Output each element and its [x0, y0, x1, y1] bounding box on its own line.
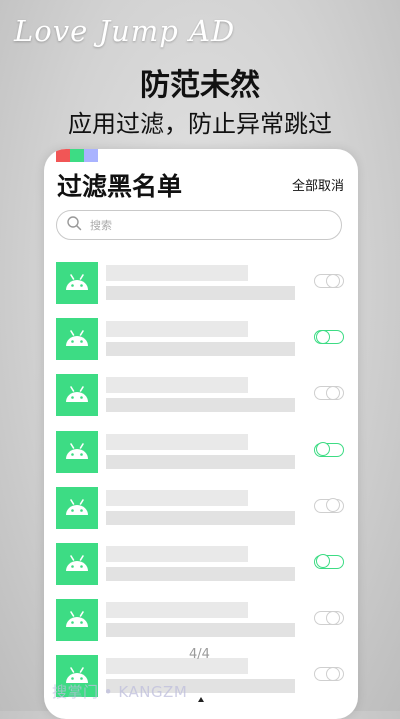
filter-toggle[interactable]	[314, 498, 344, 513]
headline: 防范未然	[140, 68, 260, 103]
filter-toggle[interactable]	[314, 610, 344, 626]
app-row[interactable]	[44, 591, 358, 647]
filter-toggle[interactable]	[314, 666, 344, 682]
app-name-placeholder	[106, 658, 248, 675]
toggle-knob	[326, 666, 340, 681]
color-dot-green	[70, 149, 84, 162]
color-dot-blue	[84, 149, 98, 162]
toggle-knob	[326, 498, 340, 513]
android-icon	[56, 318, 98, 361]
app-package-placeholder	[106, 342, 295, 357]
search-icon	[66, 215, 82, 235]
filter-toggle[interactable]	[314, 273, 344, 288]
app-name-placeholder	[106, 545, 248, 562]
app-row[interactable]	[44, 254, 358, 310]
app-package-placeholder	[106, 454, 295, 469]
filter-toggle[interactable]	[314, 442, 344, 457]
watermark: 搜掌门 • KANGZM	[52, 683, 188, 701]
phone-screen: 过滤黑名单 全部取消 4/4	[44, 149, 358, 719]
app-package-placeholder	[106, 286, 295, 300]
toggle-knob	[326, 385, 340, 400]
search-bar[interactable]	[56, 210, 342, 240]
app-row[interactable]	[44, 310, 358, 366]
clear-all-button[interactable]: 全部取消	[292, 175, 344, 194]
android-icon	[56, 542, 98, 585]
toggle-knob	[326, 273, 340, 288]
app-package-placeholder	[106, 623, 295, 638]
android-icon	[56, 599, 98, 642]
filter-toggle[interactable]	[314, 329, 344, 345]
android-icon	[56, 262, 98, 304]
app-name-placeholder	[106, 321, 248, 338]
app-package-placeholder	[106, 566, 295, 581]
cursor-arrow-icon	[198, 697, 204, 702]
color-dots	[56, 149, 98, 162]
brand-logo-text: Love Jump AD	[14, 14, 236, 48]
toggle-knob	[326, 610, 340, 625]
page-indicator: 4/4	[189, 647, 210, 662]
filter-toggle[interactable]	[314, 385, 344, 401]
filter-toggle[interactable]	[314, 554, 344, 569]
android-icon	[56, 430, 98, 473]
app-package-placeholder	[106, 398, 295, 413]
toggle-knob	[316, 442, 330, 457]
app-row[interactable]	[44, 479, 358, 535]
search-input[interactable]	[88, 217, 332, 233]
subheadline: 应用过滤，防止异常跳过	[68, 110, 332, 138]
page-title: 过滤黑名单	[57, 172, 183, 201]
app-row[interactable]	[44, 535, 358, 591]
color-dot-red	[56, 149, 70, 162]
app-name-placeholder	[106, 602, 248, 619]
android-icon	[56, 486, 98, 529]
toggle-knob	[316, 554, 330, 569]
app-list	[44, 254, 358, 704]
android-icon	[56, 374, 98, 417]
app-package-placeholder	[106, 510, 295, 525]
app-row[interactable]	[44, 366, 358, 422]
app-name-placeholder	[106, 265, 248, 281]
toggle-knob	[316, 329, 330, 344]
app-row[interactable]	[44, 423, 358, 479]
app-name-placeholder	[106, 377, 248, 394]
app-name-placeholder	[106, 489, 248, 506]
app-name-placeholder	[106, 433, 248, 450]
